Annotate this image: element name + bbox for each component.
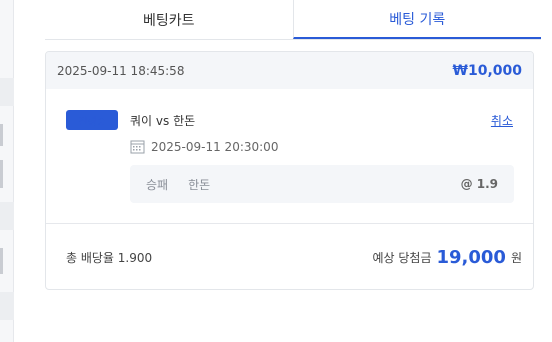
bet-record-card: 2025-09-11 18:45:58 ₩10,000 진행중 쿼이 vs 한돈… bbox=[45, 51, 534, 290]
calendar-icon bbox=[130, 139, 145, 154]
sidebar-band bbox=[0, 202, 14, 230]
bet-detail: 진행중 쿼이 vs 한돈 취소 2025-09-11 20:30:00 승패 한… bbox=[46, 89, 533, 224]
betting-page: 베팅카트 베팅 기록 2025-09-11 18:45:58 ₩10,000 진… bbox=[0, 0, 552, 342]
expected-amount: 19,000 bbox=[436, 246, 506, 268]
bet-record-header: 2025-09-11 18:45:58 ₩10,000 bbox=[46, 52, 533, 89]
sidebar-marker bbox=[0, 248, 3, 274]
total-odds: 총 배당율 1.900 bbox=[66, 250, 153, 265]
expected-label: 예상 당첨금 bbox=[372, 250, 432, 265]
match-time-text: 2025-09-11 20:30:00 bbox=[151, 139, 279, 154]
sidebar-edge bbox=[0, 0, 14, 342]
tab-betting-history[interactable]: 베팅 기록 bbox=[292, 0, 541, 39]
pick-box: 승패 한돈 @ 1.9 bbox=[130, 165, 514, 203]
bet-summary: 총 배당율 1.900 예상 당첨금 19,000 원 bbox=[46, 224, 533, 289]
sidebar-band bbox=[0, 78, 14, 106]
tab-betting-cart[interactable]: 베팅카트 bbox=[45, 0, 293, 39]
pick-odds: @ 1.9 bbox=[460, 177, 498, 191]
match-time: 2025-09-11 20:30:00 bbox=[130, 139, 278, 154]
match-name: 쿼이 vs 한돈 bbox=[130, 114, 196, 128]
bet-timestamp: 2025-09-11 18:45:58 bbox=[57, 63, 185, 78]
sidebar-marker bbox=[0, 160, 3, 188]
pick-selection: 한돈 bbox=[188, 177, 211, 192]
sidebar-band bbox=[0, 292, 14, 320]
status-badge: 진행중 bbox=[66, 110, 118, 130]
sidebar-marker bbox=[0, 124, 3, 146]
expected-unit: 원 bbox=[510, 250, 522, 265]
bet-amount: ₩10,000 bbox=[452, 62, 522, 79]
pick-market: 승패 bbox=[146, 177, 169, 192]
expected-winnings: 예상 당첨금 19,000 원 bbox=[372, 247, 522, 268]
cancel-button[interactable]: 취소 bbox=[491, 112, 513, 129]
bet-tabs: 베팅카트 베팅 기록 bbox=[45, 0, 541, 40]
